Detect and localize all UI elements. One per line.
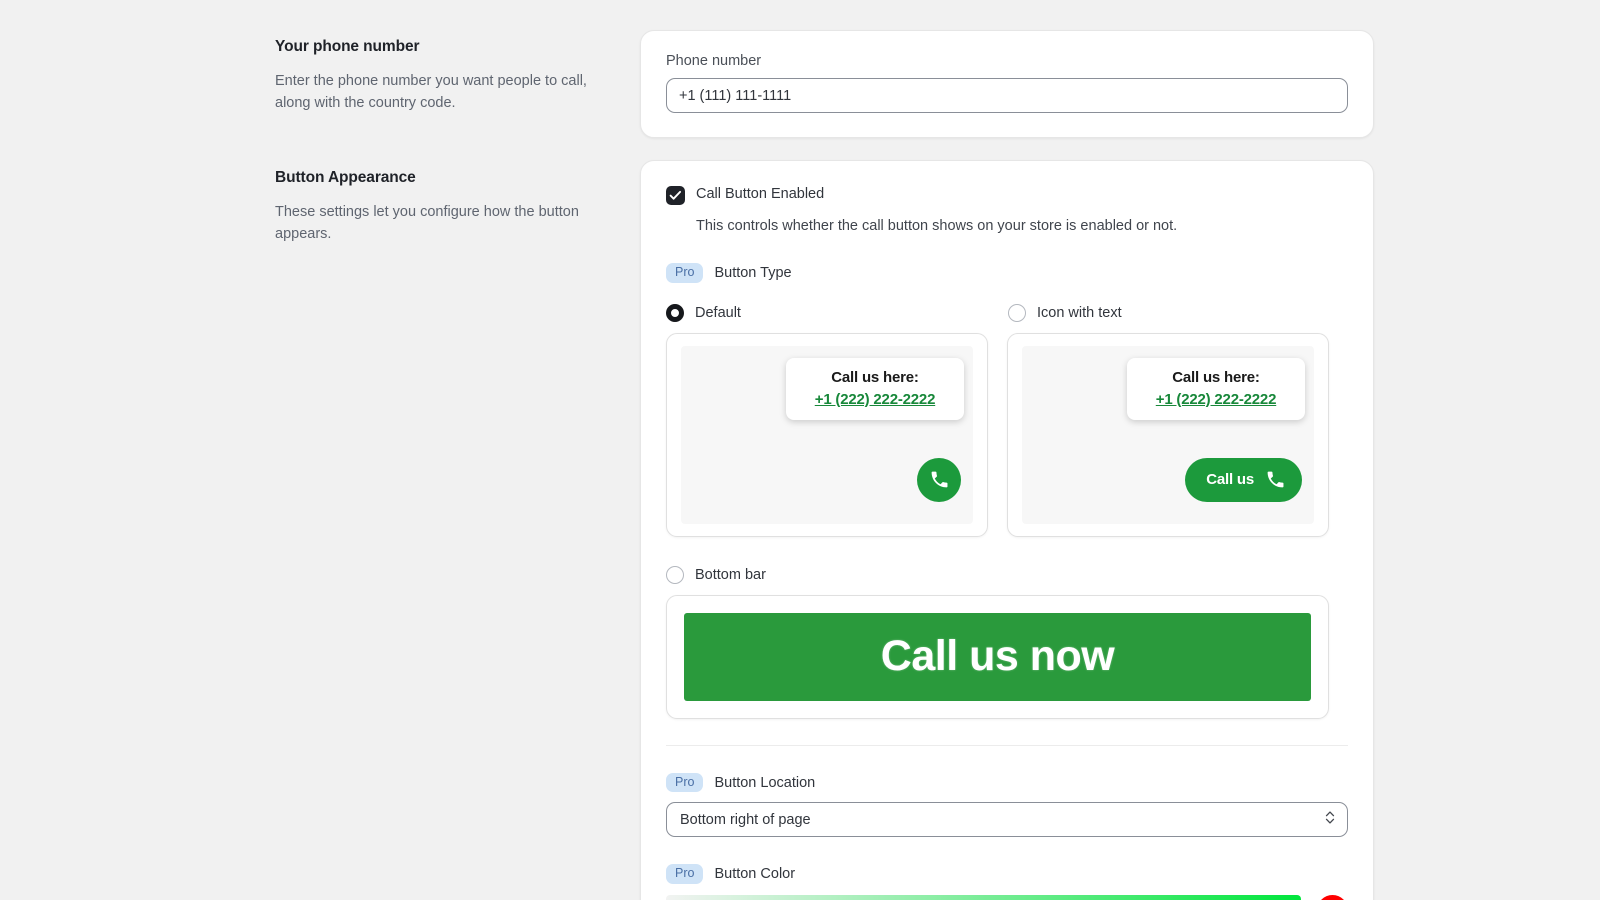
- button-color-slider[interactable]: [666, 894, 1301, 900]
- sidebar-section-title: Button Appearance: [275, 169, 416, 187]
- pill-label: Call us: [1206, 471, 1254, 489]
- button-location-select[interactable]: Bottom right of page: [666, 802, 1348, 838]
- bubble-phone-link[interactable]: +1 (222) 222-2222: [1143, 391, 1289, 408]
- call-button-enabled-row[interactable]: Call Button Enabled: [666, 185, 1348, 205]
- button-color-picker: [666, 894, 1348, 900]
- phone-handset-icon: [931, 471, 947, 488]
- call-button-enabled-checkbox[interactable]: [666, 186, 685, 205]
- button-type-header: Pro Button Type: [666, 263, 1348, 283]
- pro-badge: Pro: [666, 864, 704, 884]
- bubble-phone-link[interactable]: +1 (222) 222-2222: [802, 391, 948, 408]
- sidebar-section-phone-number: Your phone number Enter the phone number…: [275, 38, 625, 114]
- preview-bottom-bar: Call us now: [666, 594, 1329, 719]
- button-type-option-bottom-bar[interactable]: Bottom bar: [666, 565, 1348, 584]
- pro-badge: Pro: [666, 263, 704, 283]
- preview-call-bubble: Call us here: +1 (222) 222-2222: [1127, 357, 1305, 420]
- phone-number-input[interactable]: [666, 78, 1348, 113]
- preview-icon-with-text: Call us here: +1 (222) 222-2222 Call us: [1007, 332, 1329, 537]
- button-type-option-icon-with-text[interactable]: Icon with text: [1008, 303, 1348, 322]
- button-location-label: Button Location: [714, 774, 816, 791]
- sidebar-section-button-appearance: Button Appearance These settings let you…: [275, 169, 625, 245]
- preview-call-fab-button[interactable]: [917, 457, 961, 502]
- radio-bottom-bar-label: Bottom bar: [695, 566, 766, 583]
- settings-sidebar: Your phone number Enter the phone number…: [275, 30, 625, 900]
- button-color-header: Pro Button Color: [666, 864, 1348, 884]
- sidebar-section-description: Enter the phone number you want people t…: [275, 73, 587, 112]
- radio-default[interactable]: [666, 303, 684, 322]
- radio-bottom-bar[interactable]: [666, 565, 684, 584]
- call-button-enabled-label: Call Button Enabled: [696, 186, 825, 202]
- button-location-selected-value: Bottom right of page: [680, 811, 811, 828]
- button-location-header: Pro Button Location: [666, 772, 1348, 793]
- radio-default-label: Default: [695, 304, 741, 321]
- phone-number-card: Phone number: [640, 30, 1374, 138]
- phone-handset-icon: [1267, 471, 1284, 488]
- preview-bottom-bar-button[interactable]: Call us now: [684, 612, 1311, 701]
- sidebar-section-description: These settings let you configure how the…: [275, 204, 579, 243]
- sidebar-section-title: Your phone number: [275, 38, 420, 55]
- checkmark-icon: [669, 190, 682, 200]
- pro-badge: Pro: [666, 772, 704, 793]
- button-type-label: Button Type: [714, 265, 792, 282]
- preview-call-pill-button[interactable]: Call us: [1185, 457, 1302, 502]
- settings-page: Your phone number Enter the phone number…: [0, 0, 1600, 900]
- bottom-bar-label: Call us now: [880, 632, 1115, 681]
- phone-number-label: Phone number: [666, 53, 762, 69]
- section-divider: [666, 744, 1348, 746]
- button-type-previews: Call us here: +1 (222) 222-2222 Call us …: [666, 332, 1348, 537]
- radio-icon-with-text[interactable]: [1008, 303, 1026, 322]
- button-appearance-card: Call Button Enabled This controls whethe…: [640, 160, 1374, 900]
- bubble-title: Call us here:: [1172, 368, 1260, 386]
- button-location-select-wrap: Bottom right of page: [666, 802, 1348, 838]
- button-type-radio-group: Default Icon with text: [666, 303, 1348, 322]
- button-color-label: Button Color: [714, 866, 796, 883]
- button-color-swatch[interactable]: [1317, 894, 1348, 900]
- preview-call-bubble: Call us here: +1 (222) 222-2222: [786, 357, 964, 420]
- button-type-option-default[interactable]: Default: [666, 303, 1006, 322]
- call-button-enabled-description: This controls whether the call button sh…: [696, 218, 1178, 234]
- settings-content: Phone number Call Button Enabled This co…: [640, 30, 1374, 900]
- preview-default: Call us here: +1 (222) 222-2222: [666, 332, 988, 537]
- bubble-title: Call us here:: [831, 368, 919, 386]
- radio-icon-with-text-label: Icon with text: [1037, 304, 1122, 321]
